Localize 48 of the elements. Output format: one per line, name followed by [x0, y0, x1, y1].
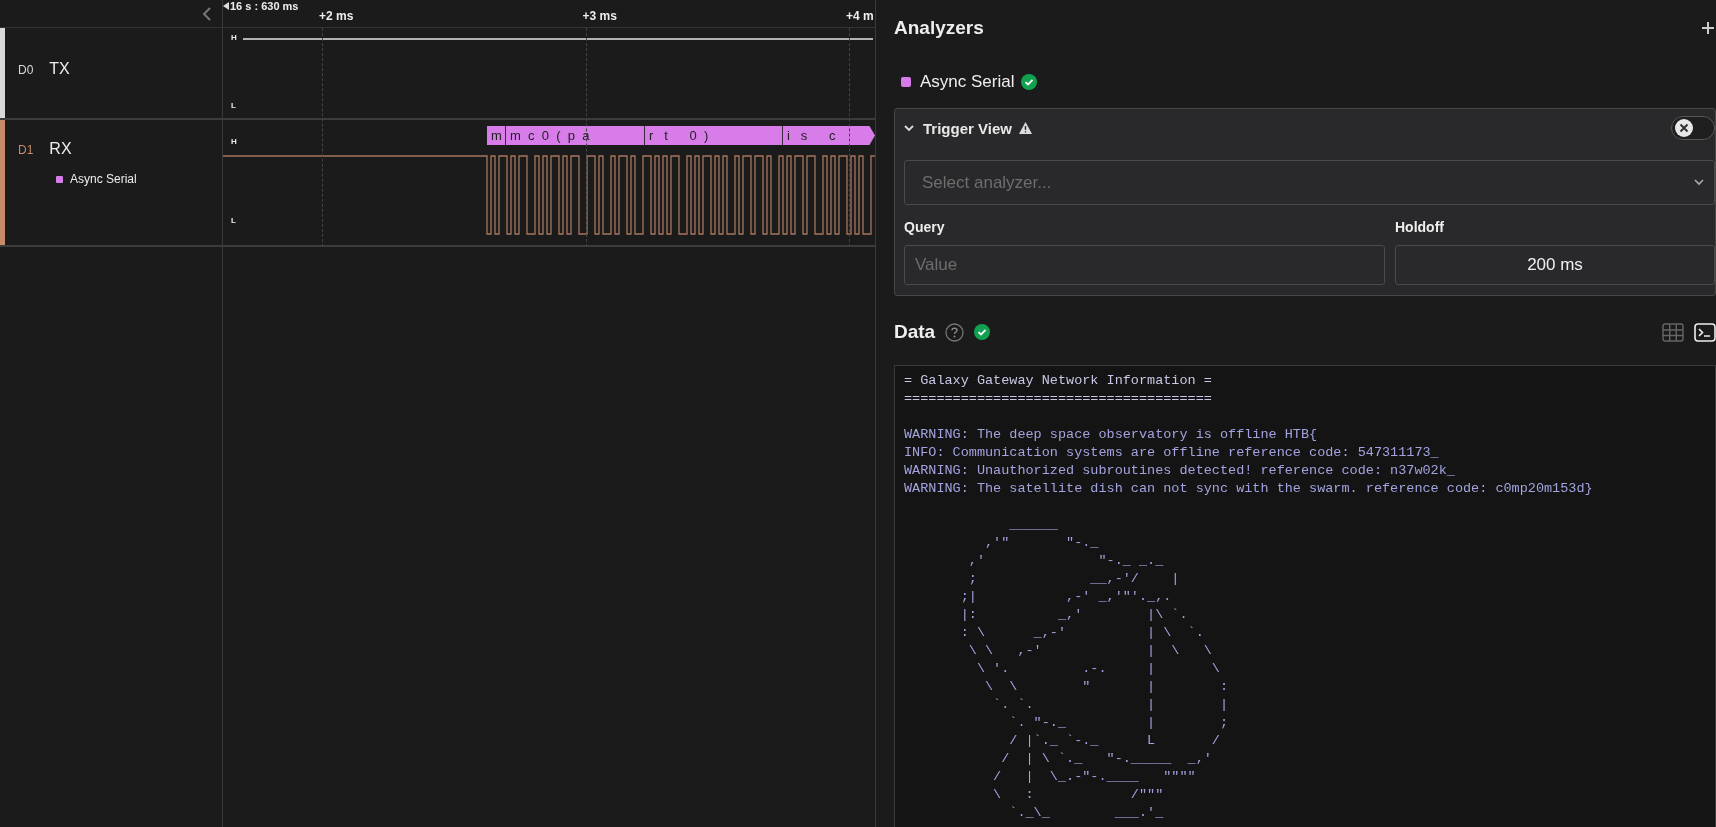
terminal-line: = Galaxy Gateway Network Information = [904, 372, 1212, 390]
decoded-frame[interactable]: m [487, 126, 506, 145]
terminal-line: / | \ `._ "-._____ _,' [1000, 750, 1212, 768]
channel-name: TX [49, 60, 70, 78]
terminal-line: \ : /""" [992, 786, 1164, 804]
holdoff-field[interactable]: 200 ms [1395, 245, 1715, 285]
terminal-line: WARNING: The deep space observatory is offline HTB{ [904, 426, 1318, 444]
terminal-line: ;| ,-' _,'"'._,. [959, 588, 1172, 606]
channel-id: D0 [18, 63, 34, 77]
field-label: Holdoff [1395, 219, 1445, 235]
channel-name: RX [49, 140, 72, 158]
decoded-frame[interactable]: r t 0 ) [645, 126, 783, 145]
terminal-line: `. `. | | [992, 696, 1229, 714]
terminal-line: INFO: Communication systems are offline reference code: 547311173_ [904, 444, 1439, 462]
terminal-line: `. "-._ | ; [1008, 714, 1229, 732]
level-marker: L [231, 101, 236, 110]
terminal-line: \ '. .-. | \ [975, 660, 1220, 678]
timestamp: 16 s : 630 ms [230, 0, 299, 12]
terminal-line: WARNING: The satellite dish can not sync with the swarm. reference code: c0mp20m153d} [904, 480, 1593, 498]
level-marker: H [231, 137, 237, 146]
level-marker: H [231, 33, 237, 42]
data-heading: Data [894, 321, 936, 343]
terminal-line: \ \ " | : [984, 678, 1229, 696]
analyzers-heading: Analyzers [894, 17, 984, 39]
terminal-line: ______ [1008, 516, 1058, 534]
analyzer-name: Async Serial [70, 172, 137, 186]
time-tick-label: +4 m [846, 9, 874, 23]
level-marker: L [231, 216, 236, 225]
terminal-line: : \ _,-' | \ `. [959, 624, 1204, 642]
decoded-frame[interactable]: m c 0 ( p a [506, 126, 645, 145]
terminal-line: WARNING: Unauthorized subroutines detected! reference code: n37w02k_ [904, 462, 1455, 480]
query-field[interactable]: Value [904, 245, 1385, 285]
trigger-view-title[interactable]: Trigger View [923, 119, 1012, 137]
channel-id: D1 [18, 143, 34, 157]
terminal-line: \ \ ,-' | \ \ [967, 642, 1212, 660]
terminal-line: ====================================== [904, 390, 1212, 408]
terminal-line: / |`._ `-._ L / [1008, 732, 1220, 750]
field-label: Query [904, 219, 946, 235]
time-tick-label: +3 ms [582, 9, 617, 23]
terminal-line: / | \_.-"-.____ """" [992, 768, 1196, 786]
terminal-line: ,'" "-._ [984, 534, 1099, 552]
decoded-frame[interactable]: i s c [783, 126, 875, 145]
analyzer-name[interactable]: Async Serial [920, 72, 1015, 92]
time-tick-label: +2 ms [319, 9, 354, 23]
terminal-line: |: _,' |\ `. [959, 606, 1188, 624]
terminal-line: ; __,-'/ | [967, 570, 1180, 588]
terminal-line: ,' "-._ _._ [967, 552, 1164, 570]
terminal-line: `._\_ ___.'_ [1008, 804, 1164, 822]
